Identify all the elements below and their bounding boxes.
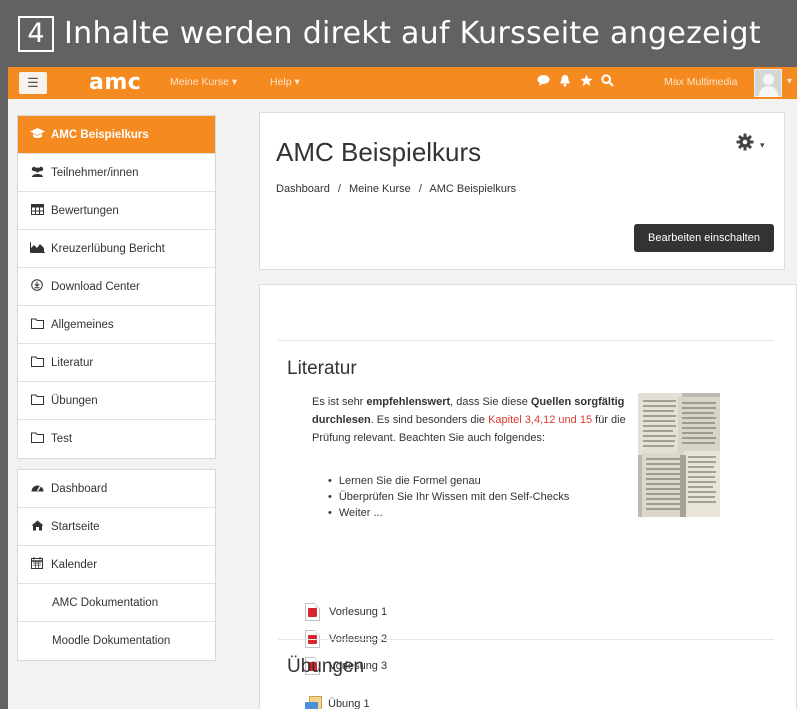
sidebar-item-moodle-dokumentation[interactable]: Moodle Dokumentation <box>18 622 215 660</box>
sidebar-item-kreuzeruebung-bericht[interactable]: Kreuzerlübung Bericht <box>18 230 215 268</box>
sidebar-item-allgemeines[interactable]: Allgemeines <box>18 306 215 344</box>
sidebar-item-label: AMC Dokumentation <box>52 596 159 609</box>
sidebar-item-label: Übungen <box>51 394 98 407</box>
tutorial-frame: 4 Inhalte werden direkt auf Kursseite an… <box>0 0 797 709</box>
section-divider <box>278 340 774 341</box>
sidebar-item-label: Kalender <box>51 558 98 571</box>
banner-title: Inhalte werden direkt auf Kursseite ange… <box>64 16 761 51</box>
sidebar-item-teilnehmer[interactable]: Teilnehmer/innen <box>18 154 215 192</box>
breadcrumb-item-dashboard[interactable]: Dashboard <box>276 183 330 195</box>
sidebar-item-label: Dashboard <box>51 482 108 495</box>
assignment-icon <box>305 696 322 709</box>
sidebar-item-label: Kreuzerlübung Bericht <box>51 242 165 255</box>
sidebar-item-test[interactable]: Test <box>18 420 215 458</box>
download-icon <box>29 279 45 294</box>
sidebar-item-label: Download Center <box>51 280 140 293</box>
dashboard-icon <box>29 482 45 496</box>
table-icon <box>29 203 45 218</box>
list-item: Überprüfen Sie Ihr Wissen mit den Self-C… <box>339 489 569 505</box>
sidebar-item-dashboard[interactable]: Dashboard <box>18 470 215 508</box>
hamburger-icon[interactable]: ☰ <box>19 72 47 94</box>
page-title: AMC Beispielkurs <box>276 137 482 167</box>
moodle-screen: ☰ amc Meine Kurse ▾ Help ▾ Max Multimedi… <box>8 67 797 709</box>
sidebar-item-label: Bewertungen <box>51 204 119 217</box>
avatar[interactable] <box>754 69 782 97</box>
course-header: AMC Beispielkurs ▾ Dashboard / Meine Kur… <box>259 112 785 270</box>
section-title-uebungen: Übungen <box>287 656 365 677</box>
user-name[interactable]: Max Multimedia <box>664 76 738 88</box>
folder-icon <box>29 318 45 332</box>
summary-bold: empfehlenswert <box>366 396 451 408</box>
section-summary: Es ist sehr empfehlenswert, dass Sie die… <box>312 393 630 447</box>
summary-highlight: Kapitel 3,4,12 und 15 <box>488 414 593 426</box>
list-item: Lernen Sie die Formel genau <box>339 473 569 489</box>
list-item: Weiter ... <box>339 505 569 521</box>
section-title-literatur: Literatur <box>287 358 357 379</box>
home-icon <box>29 520 45 534</box>
summary-text: . Es sind besonders die <box>370 414 489 426</box>
sidebar-item-label: Teilnehmer/innen <box>51 166 139 179</box>
sidebar-item-label: Moodle Dokumentation <box>52 635 171 647</box>
bell-icon[interactable] <box>559 73 571 91</box>
calendar-icon <box>29 557 45 572</box>
sidebar-item-uebungen[interactable]: Übungen <box>18 382 215 420</box>
book-image <box>638 393 720 517</box>
sidebar-item-label: AMC Beispielkurs <box>51 128 149 141</box>
chevron-down-icon[interactable]: ▾ <box>760 140 765 151</box>
folder-icon <box>29 432 45 446</box>
summary-text: , dass Sie diese <box>450 396 531 408</box>
summary-text: Es ist sehr <box>312 396 367 408</box>
user-menu-caret[interactable]: ▾ <box>787 76 792 87</box>
step-number: 4 <box>18 15 54 52</box>
users-icon <box>29 166 45 180</box>
breadcrumb-item-course[interactable]: AMC Beispielkurs <box>429 183 516 195</box>
resource-link-vorlesung-1[interactable]: Vorlesung 1 <box>305 603 387 621</box>
folder-icon <box>29 394 45 408</box>
gear-icon[interactable] <box>736 133 754 157</box>
sidebar-item-literatur[interactable]: Literatur <box>18 344 215 382</box>
summary-list: Lernen Sie die Formel genau Überprüfen S… <box>339 473 569 521</box>
speech-bubble-icon[interactable] <box>537 73 550 91</box>
sidebar-item-label: Allgemeines <box>51 318 114 331</box>
sidebar-item-label: Test <box>51 433 73 445</box>
help-menu[interactable]: Help ▾ <box>270 76 300 88</box>
amc-logo[interactable]: amc <box>89 70 141 96</box>
sidebar-item-amc-beispielkurs[interactable]: AMC Beispielkurs <box>18 116 215 154</box>
star-icon[interactable] <box>580 73 593 91</box>
breadcrumb-separator: / <box>337 183 341 195</box>
sidebar-item-startseite[interactable]: Startseite <box>18 508 215 546</box>
folder-icon <box>29 356 45 370</box>
sidebar-item-amc-dokumentation[interactable]: AMC Dokumentation <box>18 584 215 622</box>
search-icon[interactable] <box>601 73 614 91</box>
resource-label: Vorlesung 1 <box>329 606 388 618</box>
resource-link-uebung-1[interactable]: Übung 1 <box>305 696 370 709</box>
meine-kurse-menu[interactable]: Meine Kurse ▾ <box>170 76 237 88</box>
sidebar-item-label: Startseite <box>51 520 100 533</box>
section-divider <box>278 639 774 640</box>
tutorial-banner: 4 Inhalte werden direkt auf Kursseite an… <box>0 0 797 67</box>
breadcrumb: Dashboard / Meine Kurse / AMC Beispielku… <box>276 183 516 195</box>
resource-label: Übung 1 <box>328 698 370 709</box>
graduation-cap-icon <box>29 127 45 142</box>
sidebar-item-download-center[interactable]: Download Center <box>18 268 215 306</box>
pdf-icon <box>305 603 320 621</box>
sidebar-item-bewertungen[interactable]: Bewertungen <box>18 192 215 230</box>
area-chart-icon <box>29 241 45 256</box>
sidebar-item-label: Literatur <box>51 356 94 369</box>
edit-mode-button[interactable]: Bearbeiten einschalten <box>634 224 774 252</box>
site-nav-block: Dashboard Startseite Kalender AMC Dokume… <box>17 469 216 661</box>
breadcrumb-separator: / <box>418 183 422 195</box>
course-nav-block: AMC Beispielkurs Teilnehmer/innen Bewert… <box>17 115 216 459</box>
breadcrumb-item-meine-kurse[interactable]: Meine Kurse <box>349 183 411 195</box>
top-navbar: ☰ amc Meine Kurse ▾ Help ▾ Max Multimedi… <box>8 67 797 99</box>
course-content: Literatur Es ist sehr empfehlenswert, da… <box>259 284 797 709</box>
sidebar-item-kalender[interactable]: Kalender <box>18 546 215 584</box>
